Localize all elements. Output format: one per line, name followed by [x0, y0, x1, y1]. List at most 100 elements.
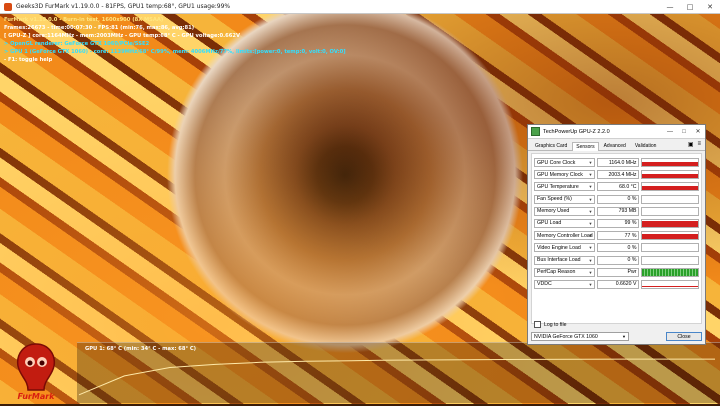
sensor-value: 0 % — [597, 243, 640, 253]
sensor-row: GPU Load ▼ 99 % — [534, 218, 700, 229]
osd-line-help: - F1: toggle help — [4, 57, 53, 63]
gpuz-title: TechPowerUp GPU-Z 2.2.0 — [543, 128, 610, 135]
sensor-graph — [641, 243, 700, 253]
logo-text: FurMark — [18, 392, 56, 401]
chevron-down-icon: ▼ — [588, 184, 593, 190]
sensor-name: GPU Temperature — [537, 183, 579, 190]
gpuz-maximize-icon[interactable]: □ — [677, 129, 691, 135]
sensor-value: 2003.4 MHz — [597, 170, 640, 180]
sensor-name: VDDC — [537, 281, 552, 288]
sensor-graph-fill — [642, 186, 699, 191]
sensor-name-dropdown[interactable]: GPU Memory Clock ▼ — [534, 170, 596, 180]
sensor-graph-fill — [642, 161, 699, 166]
tab-advanced[interactable]: Advanced — [600, 141, 630, 150]
perfcap-graph-fill — [642, 268, 699, 276]
osd-line-frames: Frames:26673 - time:00:07:30 - FPS:81 (m… — [4, 25, 195, 31]
gpuz-title-bar: TechPowerUp GPU-Z 2.2.0 — □ ✕ — [528, 125, 705, 139]
sensor-row: Bus Interface Load ▼ 0 % — [534, 255, 700, 266]
sensor-value: 77 % — [597, 231, 640, 241]
chevron-down-icon: ▼ — [588, 257, 593, 263]
log-to-file-label: Log to file — [544, 321, 567, 328]
sensor-list: GPU Core Clock ▼ 1164.0 MHz GPU Memory Cloc… — [531, 153, 702, 324]
furmark-logo: FurMark — [6, 338, 66, 402]
chevron-down-icon: ▼ — [588, 208, 593, 214]
sensor-name-dropdown[interactable]: VDDC ▼ — [534, 279, 596, 289]
sensor-name-dropdown[interactable]: PerfCap Reason ▼ — [534, 267, 596, 277]
sensor-value: Pwr — [597, 267, 640, 277]
gpuz-window: TechPowerUp GPU-Z 2.2.0 — □ ✕ Graphics C… — [527, 124, 706, 345]
sensor-row: Fan Speed (%) ▼ 0 % — [534, 194, 700, 205]
sensor-graph — [641, 206, 700, 216]
tab-sensors[interactable]: Sensors — [572, 142, 599, 151]
sensor-graph — [641, 182, 700, 192]
chevron-down-icon: ▼ — [622, 334, 626, 339]
sensor-row: GPU Memory Clock ▼ 2003.4 MHz — [534, 169, 700, 180]
gpuz-app-icon — [531, 127, 540, 136]
sensor-row: GPU Temperature ▼ 68.0 °C — [534, 181, 700, 192]
sensor-graph — [641, 255, 700, 265]
sensor-name: Video Engine Load — [537, 244, 581, 251]
tab-graphics-card[interactable]: Graphics Card — [531, 141, 571, 150]
close-icon[interactable]: ✕ — [700, 0, 720, 13]
furmark-osd: FurMark v1.19.0.0 - Burn-in test, 1600x9… — [4, 16, 346, 64]
sensor-graph — [641, 231, 700, 241]
sensor-graph — [641, 279, 700, 289]
device-select-value: NVIDIA GeForce GTX 1060 — [534, 333, 598, 340]
sensor-graph-fill — [642, 174, 699, 179]
sensor-name-dropdown[interactable]: GPU Core Clock ▼ — [534, 158, 596, 167]
furmark-logo-graphic: FurMark — [16, 343, 56, 401]
sensor-name: GPU Memory Clock — [537, 171, 583, 178]
camera-icon[interactable]: ▣ — [688, 141, 694, 148]
gpuz-tab-bar: Graphics Card Sensors Advanced Validatio… — [528, 139, 705, 151]
gpuz-minimize-icon[interactable]: — — [663, 129, 677, 135]
minimize-icon[interactable]: — — [660, 0, 680, 13]
sensor-name-dropdown[interactable]: Bus Interface Load ▼ — [534, 255, 596, 265]
sensor-value: 0 % — [597, 194, 640, 204]
sensor-name-dropdown[interactable]: GPU Load ▼ — [534, 218, 596, 228]
sensor-graph — [641, 158, 700, 167]
log-to-file-checkbox[interactable] — [534, 321, 541, 328]
sensor-graph-line — [642, 285, 699, 287]
sensor-name: GPU Load — [537, 220, 562, 227]
sensor-name: GPU Core Clock — [537, 159, 576, 166]
chevron-down-icon: ▼ — [588, 281, 593, 287]
log-to-file-row[interactable]: Log to file — [534, 321, 567, 328]
chevron-down-icon: ▼ — [588, 233, 593, 239]
device-select[interactable]: NVIDIA GeForce GTX 1060 ▼ — [531, 332, 629, 341]
sensor-value: 0.6620 V — [597, 279, 640, 289]
osd-line-renderer: > OpenGL renderer: GeForce GTX 1060/PCIe… — [4, 41, 150, 47]
sensor-value: 68.0 °C — [597, 182, 640, 192]
furmark-title-bar: Geeks3D FurMark v1.19.0.0 - 81FPS, GPU1 … — [0, 0, 720, 14]
sensor-name: Memory Controller Load — [537, 232, 593, 239]
sensor-value: 99 % — [597, 218, 640, 228]
maximize-icon[interactable]: □ — [680, 0, 700, 13]
sensor-name-dropdown[interactable]: Memory Controller Load ▼ — [534, 231, 596, 241]
sensor-name-dropdown[interactable]: Video Engine Load ▼ — [534, 243, 596, 253]
sensor-value: 1164.0 MHz — [597, 158, 640, 167]
sensor-graph — [641, 218, 700, 228]
chevron-down-icon: ▼ — [588, 245, 593, 251]
sensor-value: 793 MB — [597, 206, 640, 216]
sensor-name: Fan Speed (%) — [537, 196, 572, 203]
sensor-value: 0 % — [597, 255, 640, 265]
tab-validation[interactable]: Validation — [631, 141, 661, 150]
sensor-name-dropdown[interactable]: Memory Used ▼ — [534, 206, 596, 216]
sensor-name-dropdown[interactable]: Fan Speed (%) ▼ — [534, 194, 596, 204]
sensor-name-dropdown[interactable]: GPU Temperature ▼ — [534, 182, 596, 192]
window-title: Geeks3D FurMark v1.19.0.0 - 81FPS, GPU1 … — [16, 3, 231, 10]
sensor-row: GPU Core Clock ▼ 1164.0 MHz — [534, 157, 700, 168]
sensor-name: PerfCap Reason — [537, 269, 576, 276]
sensor-graph — [641, 194, 700, 204]
temperature-graph-plot — [78, 358, 715, 396]
close-button[interactable]: Close — [666, 332, 702, 341]
gpuz-close-icon[interactable]: ✕ — [691, 128, 705, 135]
chevron-down-icon: ▼ — [588, 172, 593, 178]
osd-line-gpuz: [ GPU-Z ] core:1164MHz - mem:2003MHz - G… — [4, 33, 240, 39]
osd-line-gpu1: > GPU 1 (GeForce GTX 1060) - core: 1139M… — [4, 49, 346, 55]
sensor-name: Bus Interface Load — [537, 257, 581, 263]
sensor-graph — [641, 267, 700, 277]
sensor-row: PerfCap Reason ▼ Pwr — [534, 267, 700, 278]
sensor-graph-fill — [642, 234, 699, 240]
menu-icon[interactable]: ≡ — [697, 141, 701, 148]
chevron-down-icon: ▼ — [588, 220, 593, 226]
